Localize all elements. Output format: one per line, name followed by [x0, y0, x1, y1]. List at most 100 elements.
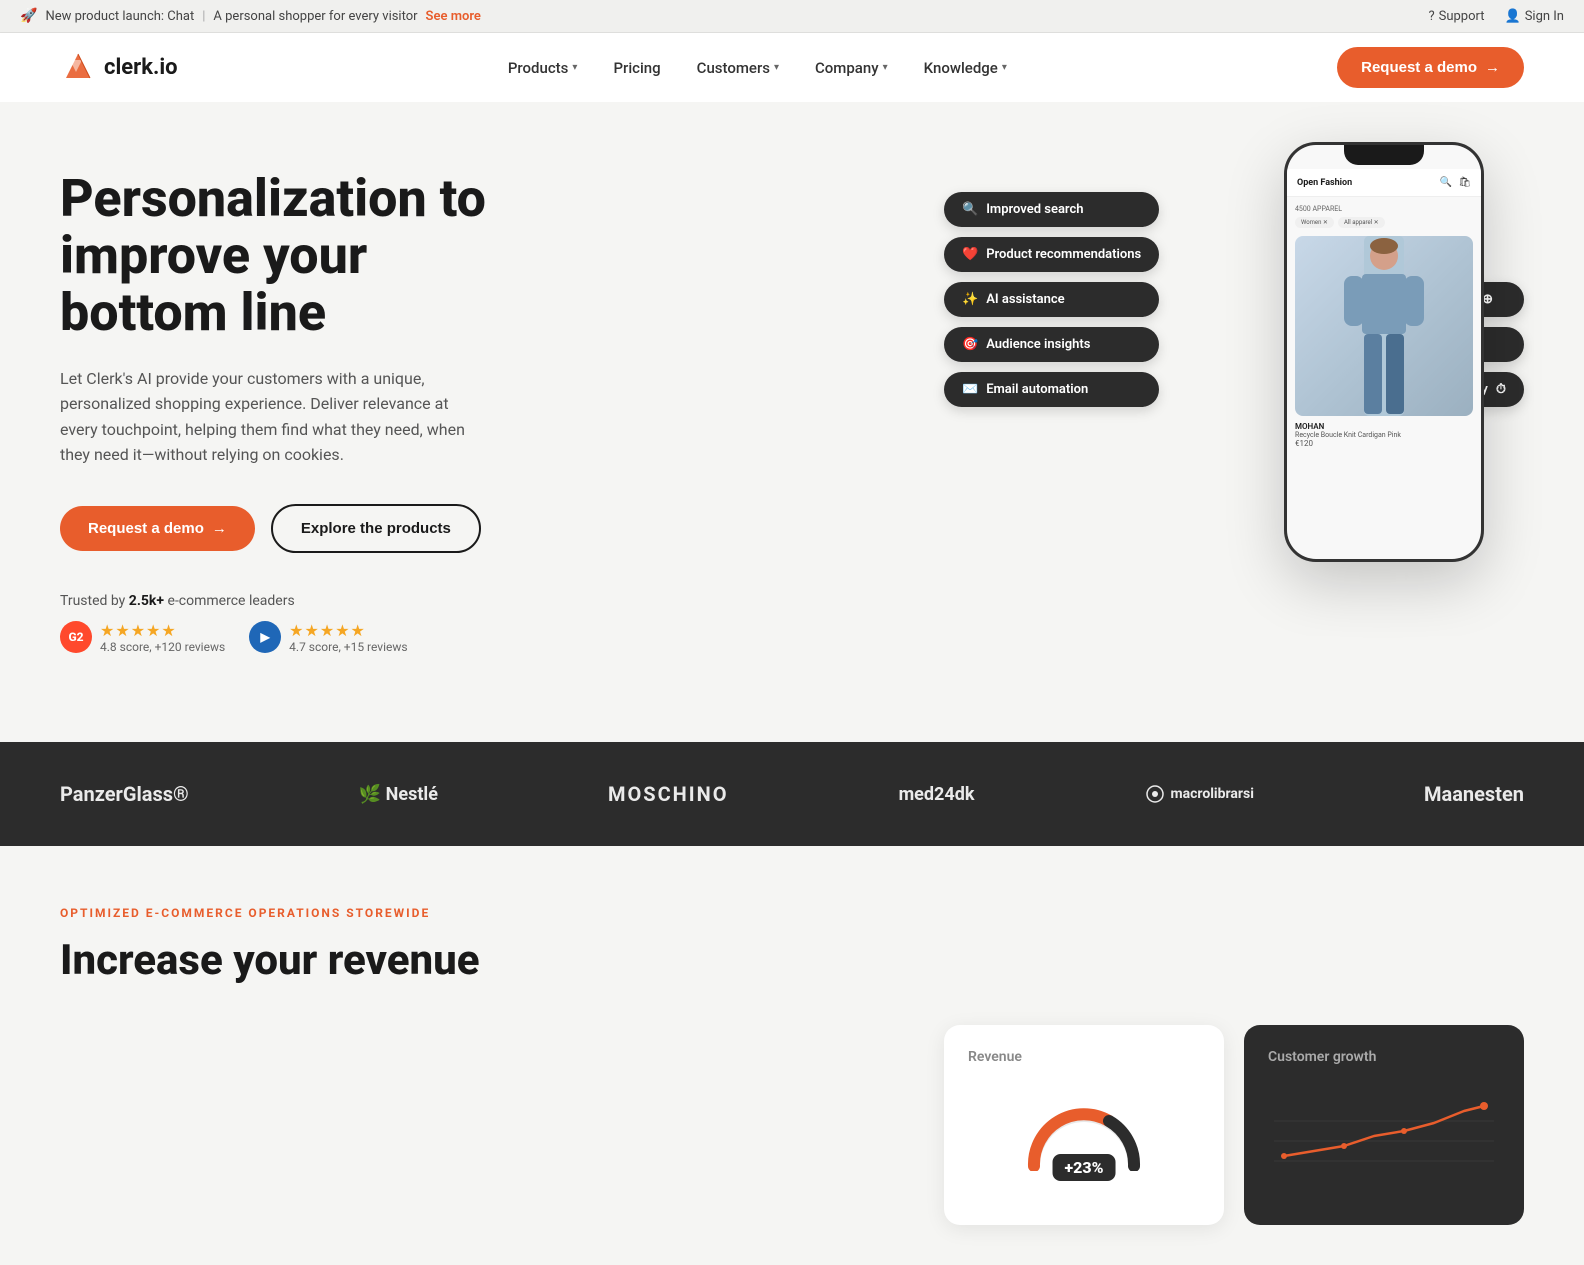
heart-icon: ❤️: [962, 247, 978, 262]
brand-panzerglass: PanzerGlass®: [60, 782, 189, 806]
revenue-card-growth: Customer growth: [1244, 1025, 1524, 1225]
revenue-chart: +23%: [968, 1081, 1200, 1181]
hero-request-demo-button[interactable]: Request a demo →: [60, 506, 255, 551]
announcement-bar: 🚀 New product launch: Chat | A personal …: [0, 0, 1584, 33]
nav-knowledge[interactable]: Knowledge ▾: [910, 51, 1021, 85]
hero-title: Personalization to improve your bottom l…: [60, 170, 540, 342]
revenue-card-title: Revenue: [968, 1049, 1200, 1065]
clock-icon: ⏱: [1496, 382, 1506, 397]
hero-explore-button[interactable]: Explore the products: [271, 504, 481, 553]
nav-request-demo-button[interactable]: Request a demo →: [1337, 47, 1524, 88]
hero-right: 🔍 Improved search ❤️ Product recommendat…: [944, 162, 1524, 662]
macro-icon: [1145, 784, 1165, 804]
phone-product-area: 4500 APPAREL Women ✕ All apparel ✕: [1287, 197, 1481, 456]
phone-store-logo: Open Fashion: [1297, 178, 1352, 188]
g2-badge: G2: [60, 621, 92, 653]
hero-description: Let Clerk's AI provide your customers wi…: [60, 366, 480, 468]
help-icon: ?: [1428, 9, 1434, 24]
capterra-stars: ★★★★★: [289, 621, 407, 640]
phone-product-image: [1295, 236, 1473, 416]
announcement-separator: |: [202, 9, 205, 24]
nav-products[interactable]: Products ▾: [494, 51, 592, 85]
see-more-link[interactable]: See more: [426, 9, 481, 24]
reviews-row: G2 ★★★★★ 4.8 score, +120 reviews ▶ ★★★★★…: [60, 621, 540, 654]
model-figure: [1295, 236, 1473, 416]
g2-review: G2 ★★★★★ 4.8 score, +120 reviews: [60, 621, 225, 654]
nav-pricing[interactable]: Pricing: [599, 51, 674, 85]
brand-moschino: MOSCHINO: [608, 782, 729, 806]
announcement-text: New product launch: Chat: [45, 9, 194, 24]
logo-icon: [60, 50, 96, 86]
logo-text: clerk.io: [104, 55, 178, 80]
growth-chart: [1268, 1081, 1500, 1181]
phone-category: 4500 APPAREL: [1295, 205, 1473, 213]
phone-tag-women: Women ✕: [1295, 217, 1334, 228]
user-icon: 👤: [1505, 9, 1521, 24]
phone-search-icon: 🔍: [1440, 177, 1452, 188]
revenue-label: OPTIMIZED E-COMMERCE OPERATIONS STOREWID…: [60, 906, 660, 920]
g2-score: 4.8 score, +120 reviews: [100, 640, 225, 654]
revenue-text: OPTIMIZED E-COMMERCE OPERATIONS STOREWID…: [60, 906, 660, 985]
brand-nestle: 🌿 Nestlé: [359, 784, 438, 805]
signin-link[interactable]: 👤 Sign In: [1505, 9, 1565, 24]
phone-product-desc: Recycle Boucle Knit Cardigan Pink: [1295, 431, 1473, 439]
phone-notch: [1344, 145, 1424, 165]
ai-icon: ✨: [962, 292, 978, 307]
nav-company[interactable]: Company ▾: [801, 51, 902, 85]
revenue-card-revenue: Revenue +23%: [944, 1025, 1224, 1225]
revenue-cards: Revenue +23% Customer growth: [60, 1025, 1524, 1225]
growth-card-title: Customer growth: [1268, 1049, 1500, 1065]
phone-mockup: Open Fashion 🔍 🛍 4500 APPAREL Women ✕ Al…: [1284, 142, 1484, 562]
brand-macrolibrarsi: macrolibrarsi: [1145, 784, 1254, 804]
capterra-score: 4.7 score, +15 reviews: [289, 640, 407, 654]
revenue-title: Increase your revenue: [60, 936, 660, 985]
search-icon: 🔍: [962, 202, 978, 217]
brands-section: PanzerGlass® 🌿 Nestlé MOSCHINO med24dk m…: [0, 742, 1584, 846]
feature-pills-left: 🔍 Improved search ❤️ Product recommendat…: [944, 192, 1159, 407]
pill-audience-insights[interactable]: 🎯 Audience insights: [944, 327, 1159, 362]
phone-nav-icons: 🔍 🛍: [1440, 177, 1471, 188]
pill-ai-assistance[interactable]: ✨ AI assistance: [944, 282, 1159, 317]
chevron-down-icon: ▾: [883, 62, 888, 73]
trust-section: Trusted by 2.5k+ e-commerce leaders G2 ★…: [60, 593, 540, 654]
announcement-right: ? Support 👤 Sign In: [1428, 9, 1564, 24]
announcement-left: 🚀 New product launch: Chat | A personal …: [20, 8, 481, 24]
target-icon: 🎯: [962, 337, 978, 352]
pill-improved-search[interactable]: 🔍 Improved search: [944, 192, 1159, 227]
phone-product-price: €120: [1295, 439, 1473, 448]
trust-label: Trusted by 2.5k+ e-commerce leaders: [60, 593, 540, 609]
capterra-badge: ▶: [249, 621, 281, 653]
revenue-badge: +23%: [1053, 1154, 1116, 1181]
phone-tags: Women ✕ All apparel ✕: [1295, 217, 1473, 228]
hero-buttons: Request a demo → Explore the products: [60, 504, 540, 553]
announcement-text2: A personal shopper for every visitor: [213, 9, 417, 24]
chevron-down-icon: ▾: [774, 62, 779, 73]
trust-count: 2.5k+: [129, 593, 164, 609]
rocket-icon: 🚀: [20, 8, 37, 24]
g2-stars: ★★★★★: [100, 621, 225, 640]
phone-screen: Open Fashion 🔍 🛍 4500 APPAREL Women ✕ Al…: [1287, 145, 1481, 559]
hero-left: Personalization to improve your bottom l…: [60, 170, 540, 654]
brand-maanesten: Maanesten: [1424, 782, 1524, 806]
nav-links: Products ▾ Pricing Customers ▾ Company ▾…: [494, 51, 1021, 85]
chevron-down-icon: ▾: [572, 62, 577, 73]
pill-email-automation[interactable]: ✉️ Email automation: [944, 372, 1159, 407]
phone-header: Open Fashion 🔍 🛍: [1287, 169, 1481, 197]
hero-section: Personalization to improve your bottom l…: [0, 102, 1584, 742]
pill-product-recommendations[interactable]: ❤️ Product recommendations: [944, 237, 1159, 272]
brand-med24: med24dk: [899, 784, 975, 805]
logo[interactable]: clerk.io: [60, 50, 178, 86]
support-link[interactable]: ? Support: [1428, 9, 1484, 24]
chevron-down-icon: ▾: [1002, 62, 1007, 73]
capterra-review: ▶ ★★★★★ 4.7 score, +15 reviews: [249, 621, 407, 654]
arrow-icon: →: [212, 520, 227, 537]
navbar: clerk.io Products ▾ Pricing Customers ▾ …: [0, 33, 1584, 102]
phone-cart-icon: 🛍: [1458, 177, 1471, 188]
arrow-icon: →: [1485, 59, 1500, 76]
nav-customers[interactable]: Customers ▾: [683, 51, 793, 85]
email-icon: ✉️: [962, 382, 978, 397]
line-chart: [1274, 1091, 1494, 1171]
phone-product-name: MOHAN: [1295, 422, 1473, 431]
phone-tag-apparel: All apparel ✕: [1338, 217, 1385, 228]
revenue-section: OPTIMIZED E-COMMERCE OPERATIONS STOREWID…: [0, 846, 1584, 1265]
